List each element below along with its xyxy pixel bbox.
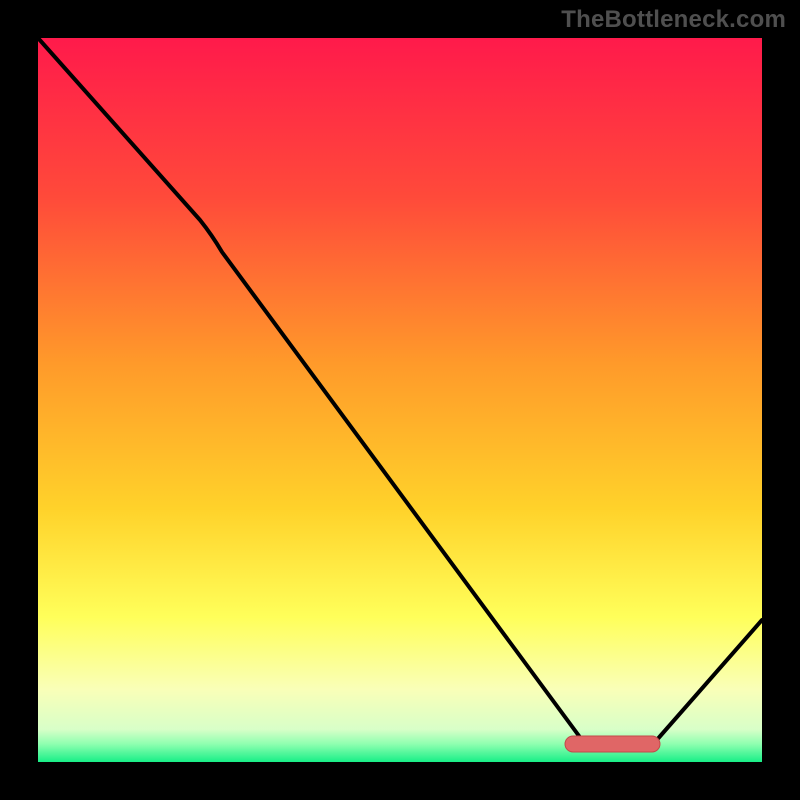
plot-area — [38, 38, 762, 762]
chart-container: TheBottleneck.com — [0, 0, 800, 800]
chart-svg — [0, 0, 800, 800]
watermark-label: TheBottleneck.com — [561, 6, 786, 34]
optimal-marker — [565, 736, 660, 752]
